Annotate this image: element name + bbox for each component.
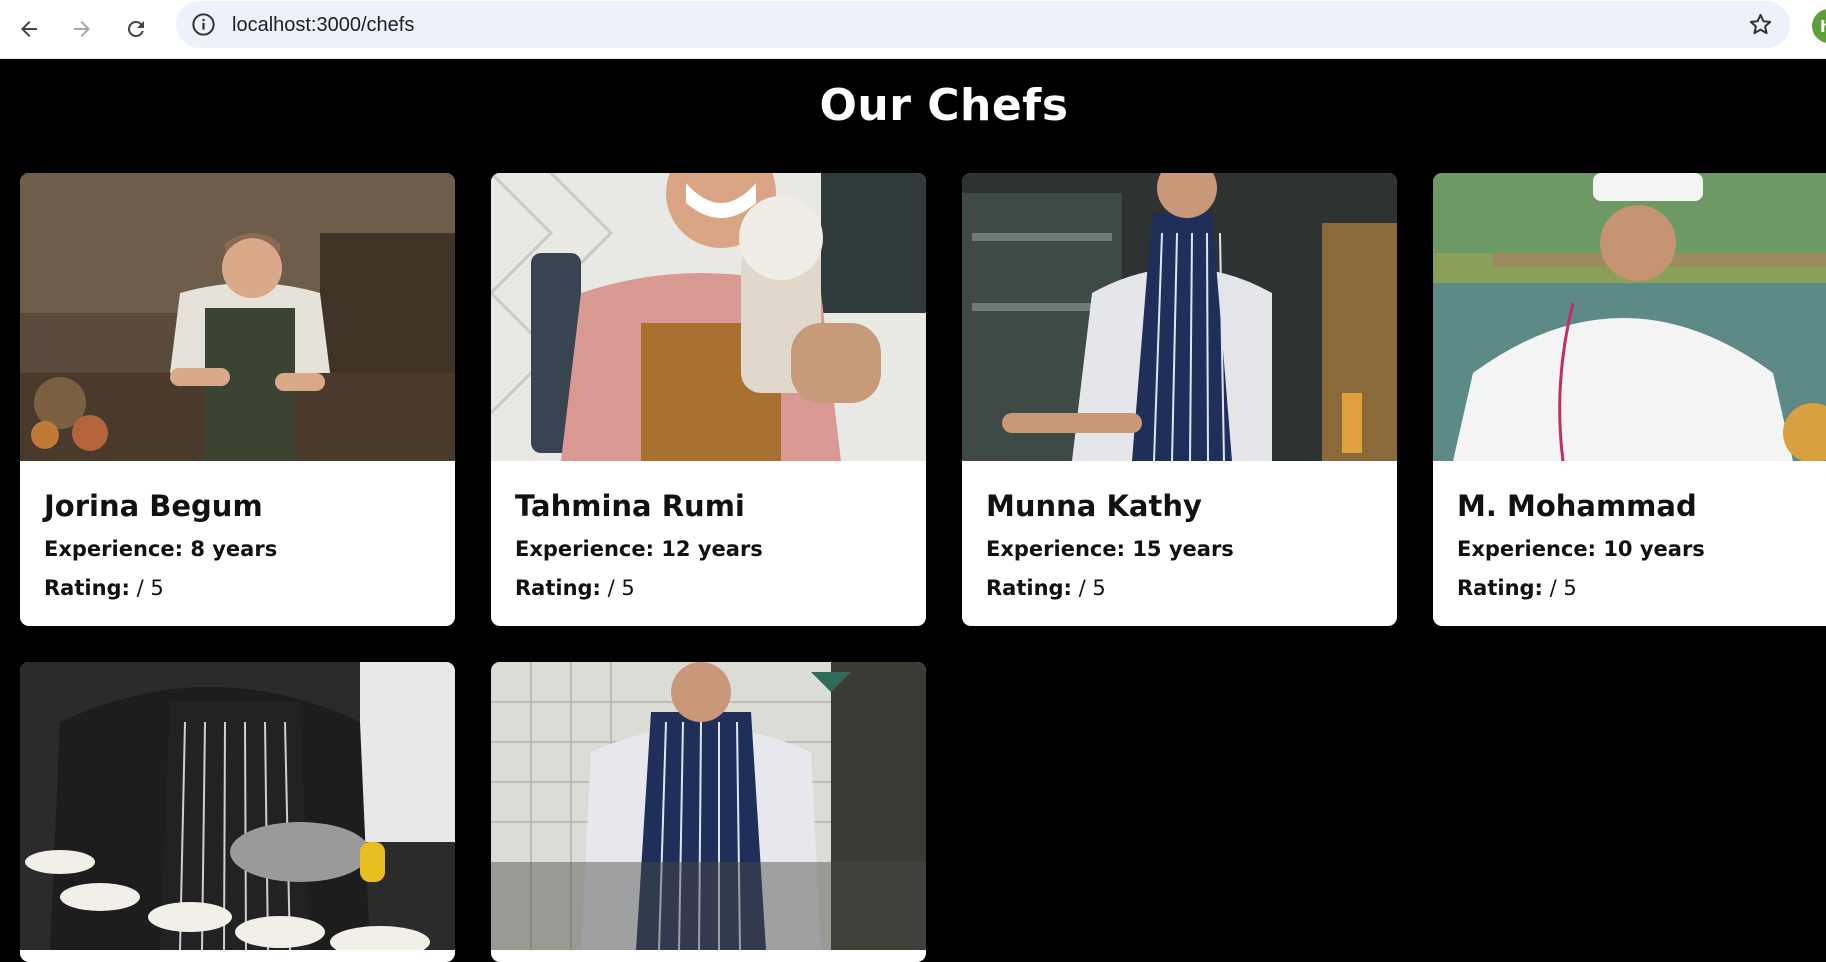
chef-rating: Rating: / 5 xyxy=(986,576,1373,600)
chef-name: Tahmina Rumi xyxy=(515,489,745,523)
chef-experience: Experience: 8 years xyxy=(44,537,278,561)
site-info-icon[interactable] xyxy=(190,11,217,38)
rating-label: Rating: xyxy=(1457,576,1543,600)
chef-card[interactable]: Munna Kathy Experience: 15 years Rating:… xyxy=(962,173,1397,626)
forward-arrow-icon xyxy=(74,21,90,37)
chef-card[interactable]: Jorina Begum Experience: 8 years Rating:… xyxy=(20,173,455,626)
reload-icon xyxy=(127,20,144,37)
back-arrow-icon xyxy=(21,21,37,37)
chef-card[interactable] xyxy=(491,662,926,962)
reload-button[interactable] xyxy=(115,8,157,50)
chef-card[interactable]: Tahmina Rumi Experience: 12 years Rating… xyxy=(491,173,926,626)
chef-experience: Experience: 10 years xyxy=(1457,537,1705,561)
rating-value: / 5 xyxy=(136,576,164,600)
rating-label: Rating: xyxy=(986,576,1072,600)
chef-rating: Rating: / 5 xyxy=(515,576,902,600)
address-bar[interactable]: localhost:3000/chefs xyxy=(176,1,1790,48)
chef-experience: Experience: 12 years xyxy=(515,537,763,561)
chef-photo xyxy=(962,173,1397,461)
back-button[interactable] xyxy=(8,8,50,50)
chef-grid: Jorina Begum Experience: 8 years Rating:… xyxy=(20,173,1826,962)
rating-value: / 5 xyxy=(1078,576,1106,600)
page-title: Our Chefs xyxy=(819,80,1069,131)
profile-initial: h xyxy=(1820,16,1826,36)
bookmark-star-icon[interactable] xyxy=(1747,11,1774,38)
chef-photo xyxy=(491,173,926,461)
rating-label: Rating: xyxy=(44,576,130,600)
chef-photo xyxy=(491,662,926,950)
chef-name: Munna Kathy xyxy=(986,489,1202,523)
rating-value: / 5 xyxy=(1549,576,1577,600)
chef-photo xyxy=(1433,173,1826,461)
chef-photo xyxy=(20,662,455,950)
chef-name: Jorina Begum xyxy=(44,489,263,523)
browser-toolbar: localhost:3000/chefs h xyxy=(0,0,1826,59)
chef-name: M. Mohammad xyxy=(1457,489,1697,523)
chef-rating: Rating: / 5 xyxy=(44,576,431,600)
chef-card[interactable]: M. Mohammad Experience: 10 years Rating:… xyxy=(1433,173,1826,626)
chef-card[interactable] xyxy=(20,662,455,962)
forward-button[interactable] xyxy=(61,8,103,50)
profile-avatar[interactable]: h xyxy=(1812,9,1826,43)
rating-label: Rating: xyxy=(515,576,601,600)
chef-photo xyxy=(20,173,455,461)
chef-rating: Rating: / 5 xyxy=(1457,576,1826,600)
rating-value: / 5 xyxy=(607,576,635,600)
url-text[interactable]: localhost:3000/chefs xyxy=(232,14,414,37)
chef-experience: Experience: 15 years xyxy=(986,537,1234,561)
